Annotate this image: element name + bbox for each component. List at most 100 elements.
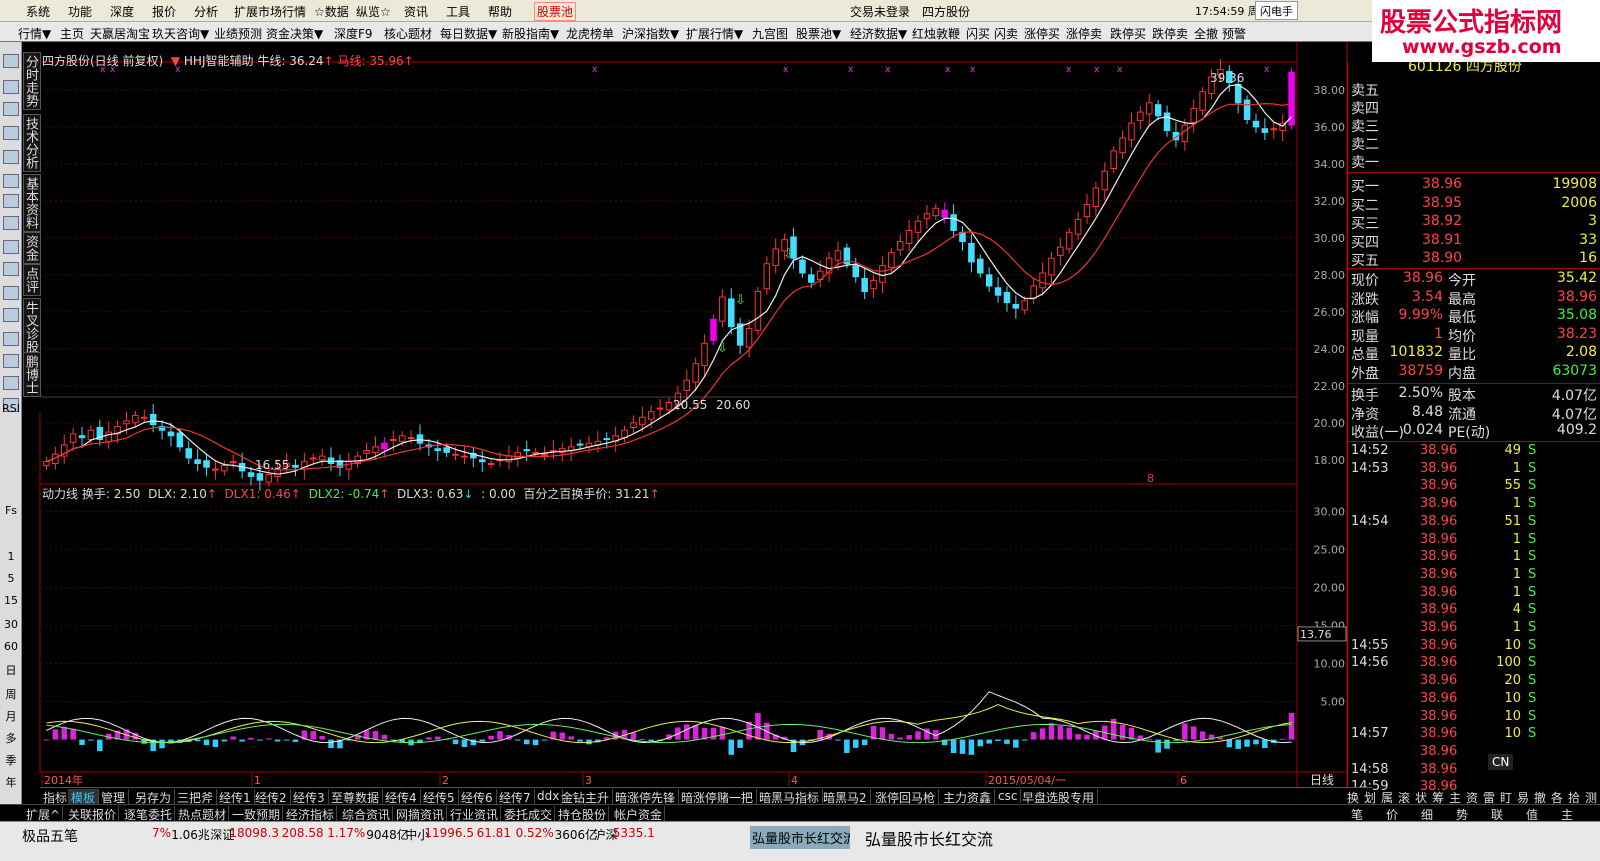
toolbar-item[interactable]: 沪深指数▼ — [622, 25, 679, 42]
ime-name[interactable]: 极品五笔 — [22, 826, 78, 846]
tool-icon[interactable] — [3, 308, 19, 322]
login-status[interactable]: 交易未登录 — [850, 3, 910, 20]
menu-item[interactable]: 报价 — [152, 3, 176, 20]
side-button[interactable]: 划 — [1364, 789, 1376, 806]
left-tool-label[interactable]: 15 — [0, 594, 22, 607]
menu-item[interactable]: 资讯 — [404, 3, 428, 20]
side-button[interactable]: 拾 — [1568, 789, 1580, 806]
side-button[interactable]: 雷 — [1483, 789, 1495, 806]
flash-trade-button[interactable]: 闪电手 — [1255, 1, 1298, 20]
side-button[interactable]: 资 — [1466, 789, 1478, 806]
left-tool-label[interactable]: 5 — [0, 572, 22, 585]
left-tool-label[interactable]: 30 — [0, 618, 22, 631]
buy-level[interactable]: 买一 38.96 19908 — [1348, 176, 1600, 195]
left-tool-label[interactable]: 多 — [0, 730, 22, 746]
toolbar-item[interactable]: 深度F9 — [334, 25, 373, 42]
tool-icon[interactable] — [3, 194, 19, 208]
tool-icon[interactable] — [3, 240, 19, 254]
buy-level[interactable]: 买四 38.91 33 — [1348, 232, 1600, 251]
toolbar-item[interactable]: 行情▼ — [18, 25, 51, 42]
left-tool-label[interactable]: Fs — [0, 504, 22, 517]
ime-cn[interactable]: CN — [1488, 754, 1514, 770]
sell-level[interactable]: 卖三 — [1348, 116, 1600, 135]
taskbar-window[interactable]: 弘量股市长红交流 — [750, 826, 850, 849]
buy-level[interactable]: 买三 38.92 3 — [1348, 213, 1600, 232]
tool-icon[interactable] — [3, 376, 19, 390]
side-button[interactable]: 滚 — [1398, 789, 1410, 806]
vtab[interactable]: 资金 — [23, 232, 41, 264]
side-button[interactable]: 撤 — [1534, 789, 1546, 806]
buy-level[interactable]: 买二 38.95 2006 — [1348, 195, 1600, 214]
menu-item[interactable]: 深度 — [110, 3, 134, 20]
toolbar-item[interactable]: 每日数据▼ — [440, 25, 497, 42]
toolbar-item[interactable]: 龙虎榜单 — [566, 25, 614, 42]
left-tool-label[interactable]: 月 — [0, 708, 22, 724]
side-button[interactable]: 测 — [1585, 789, 1597, 806]
menu-item[interactable]: 帮助 — [488, 3, 512, 20]
left-tool-label[interactable]: RSI — [0, 402, 22, 415]
tool-icon[interactable] — [3, 332, 19, 346]
tool-icon[interactable] — [3, 54, 19, 68]
toolbar-item[interactable]: 新股指南▼ — [502, 25, 559, 42]
toolbar-item[interactable]: 天赢居淘宝 — [90, 25, 150, 42]
side-button[interactable]: 盯 — [1500, 789, 1512, 806]
indicator-tab[interactable]: csc — [995, 789, 1022, 803]
sell-level[interactable]: 卖二 — [1348, 134, 1600, 153]
toolbar-item[interactable]: 玖天咨询▼ — [152, 25, 209, 42]
toolbar-item[interactable]: 跌停买 — [1110, 25, 1146, 42]
vtab[interactable]: 技术分析 — [23, 114, 41, 172]
toolbar-item[interactable]: 股票池▼ — [796, 25, 841, 42]
toolbar-item[interactable]: 业绩预测 — [214, 25, 262, 42]
tool-icon[interactable] — [3, 286, 19, 300]
vtab[interactable]: 点评 — [23, 264, 41, 296]
toolbar-item[interactable]: 红烛敦鞭 — [912, 25, 960, 42]
toolbar-item[interactable]: 涨停买 — [1024, 25, 1060, 42]
side-button[interactable]: 筹 — [1432, 789, 1444, 806]
left-tool-label[interactable]: 日 — [0, 662, 22, 678]
toolbar-item[interactable]: 预警 — [1222, 25, 1246, 42]
tool-icon[interactable] — [3, 126, 19, 140]
toolbar-item[interactable]: 资金决策▼ — [266, 25, 323, 42]
toolbar-item[interactable]: 扩展行情▼ — [686, 25, 743, 42]
toolbar-item[interactable]: 闪买 — [966, 25, 990, 42]
sell-level[interactable]: 卖四 — [1348, 98, 1600, 117]
vtab[interactable]: 牛叉诊股 — [23, 298, 41, 356]
menu-item[interactable]: 工具 — [446, 3, 470, 20]
side-button[interactable]: 换 — [1347, 789, 1359, 806]
toolbar-item[interactable]: 跌停卖 — [1152, 25, 1188, 42]
toolbar-item[interactable]: 九宫图 — [752, 25, 788, 42]
vtab[interactable]: 分时走势 — [23, 52, 41, 110]
menu-item[interactable]: ☆数据 — [314, 3, 349, 20]
menu-item[interactable]: 系统 — [26, 3, 50, 20]
side-button[interactable]: 易 — [1517, 789, 1529, 806]
tool-icon[interactable] — [3, 262, 19, 276]
menu-item[interactable]: 功能 — [68, 3, 92, 20]
vtab[interactable]: 鹏博士 — [23, 352, 41, 397]
tool-icon[interactable] — [3, 354, 19, 368]
vtab[interactable]: 基本资料 — [23, 174, 41, 232]
menu-item[interactable]: 分析 — [194, 3, 218, 20]
toolbar-item[interactable]: 全撤 — [1194, 25, 1218, 42]
sell-level[interactable]: 卖一 — [1348, 152, 1600, 171]
left-tool-label[interactable]: 季 — [0, 752, 22, 768]
left-tool-label[interactable]: 60 — [0, 640, 22, 653]
side-button[interactable]: 状 — [1415, 789, 1427, 806]
menu-item[interactable]: 纵览☆ — [356, 3, 391, 20]
indicator-name[interactable]: HHJ智能辅助 — [184, 54, 254, 68]
left-tool-label[interactable]: 1 — [0, 550, 22, 563]
left-tool-label[interactable]: 年 — [0, 774, 22, 790]
buy-level[interactable]: 买五 38.90 16 — [1348, 250, 1600, 269]
toolbar-item[interactable]: 涨停卖 — [1066, 25, 1102, 42]
left-tool-label[interactable]: 周 — [0, 686, 22, 702]
sub-indicator-name[interactable]: 动力线 — [42, 487, 78, 501]
menu-stock-pool[interactable]: 股票池 — [534, 2, 577, 21]
toolbar-item[interactable]: 闪卖 — [994, 25, 1018, 42]
side-button[interactable]: 各 — [1551, 789, 1563, 806]
sell-level[interactable]: 卖五 — [1348, 80, 1600, 99]
tool-icon[interactable] — [3, 216, 19, 230]
tool-icon[interactable] — [3, 174, 19, 188]
toolbar-item[interactable]: 核心题材 — [384, 25, 432, 42]
tool-icon[interactable] — [3, 150, 19, 164]
tool-icon[interactable] — [3, 80, 19, 94]
toolbar-item[interactable]: 经济数据▼ — [850, 25, 907, 42]
